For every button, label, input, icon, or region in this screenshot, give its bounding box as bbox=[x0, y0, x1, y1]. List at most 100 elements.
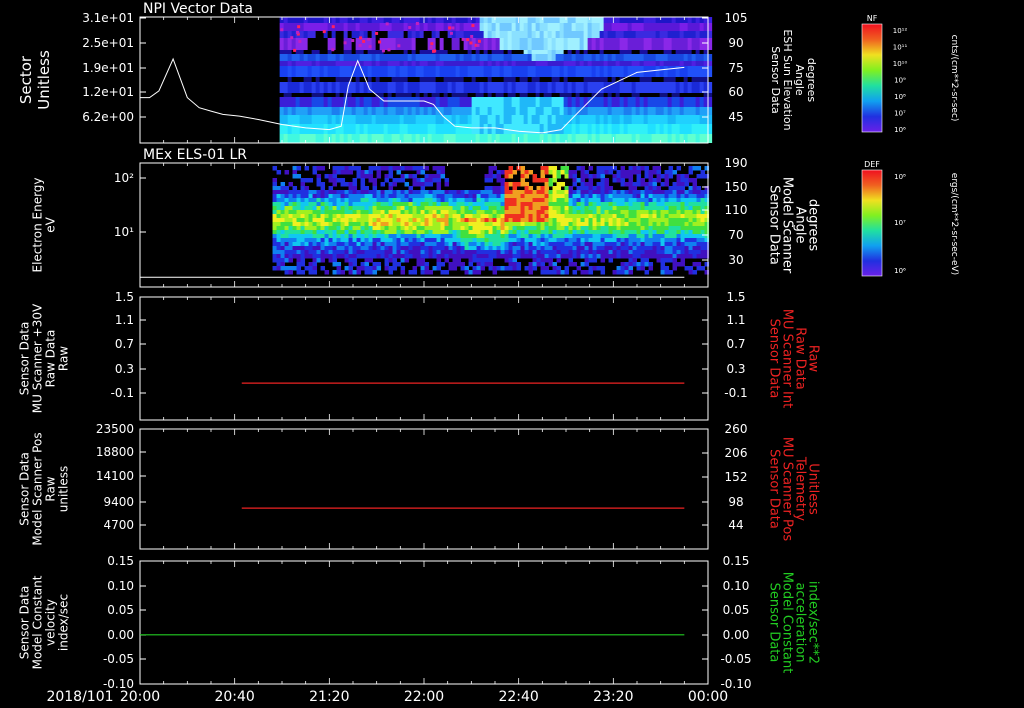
npi-spectrogram bbox=[279, 17, 713, 143]
npi-colorbar-tick: 10¹¹ bbox=[893, 44, 908, 52]
y-tick-label: 0.00 bbox=[107, 628, 134, 642]
y-axis-label: Sensor Data bbox=[18, 322, 32, 396]
panel-frame bbox=[139, 428, 709, 550]
y-tick-label: 23500 bbox=[96, 422, 134, 436]
y-axis-label-right: Raw bbox=[806, 345, 821, 373]
y-axis-label-right: Sensor Data bbox=[767, 449, 782, 529]
y-axis-label-right: index/sec**2 bbox=[806, 581, 821, 664]
y-tick-label-right: 44 bbox=[728, 518, 743, 532]
x-tick-label: 21:20 bbox=[309, 689, 349, 705]
y-tick-label-right: 1.5 bbox=[726, 290, 745, 304]
y-tick-label: 0.05 bbox=[107, 603, 134, 617]
y-axis-label: Sector bbox=[17, 55, 35, 104]
npi-colorbar-tick: 10¹² bbox=[893, 27, 908, 35]
y-tick-label-right: 75 bbox=[728, 61, 743, 75]
panel-5 bbox=[139, 560, 709, 685]
y-tick-label-right: 150 bbox=[725, 180, 748, 194]
els-colorbar-tick: 10⁸ bbox=[894, 173, 906, 181]
y-axis-label-right: Sensor Data bbox=[769, 46, 782, 113]
y-tick-label-right: 45 bbox=[728, 110, 743, 124]
y-tick-label-right: 90 bbox=[728, 36, 743, 50]
y-tick-label: 6.2e+00 bbox=[82, 110, 134, 124]
npi-colorbar-tick: 10⁹ bbox=[894, 77, 906, 85]
y-tick-label-right: 1.1 bbox=[726, 313, 745, 327]
y-tick-label-right: 260 bbox=[725, 422, 748, 436]
y-axis-label: Model Scanner Pos bbox=[31, 432, 45, 545]
y-axis-label-right: Sensor Data bbox=[767, 583, 782, 663]
y-tick-label: -0.05 bbox=[103, 652, 134, 666]
y-tick-label-right: 0.10 bbox=[723, 579, 750, 593]
y-tick-label: 2.5e+01 bbox=[82, 36, 134, 50]
y-tick-label: 0.15 bbox=[107, 554, 134, 568]
x-tick-label: 00:00 bbox=[688, 689, 728, 705]
npi-colorbar-units: cnts/(cm**2-sr-sec) bbox=[949, 35, 959, 122]
y-tick-label-right: 0.7 bbox=[726, 337, 745, 351]
els-colorbar-units: ergs/(cm**2-sr-sec-eV) bbox=[949, 173, 959, 275]
panel-title-npi: NPI Vector Data bbox=[143, 1, 253, 17]
y-axis-label: MU Scanner +30V bbox=[31, 303, 45, 413]
y-tick-label-right: 98 bbox=[728, 495, 743, 509]
y-tick-label-right: 70 bbox=[728, 228, 743, 242]
y-tick-label-right: -0.05 bbox=[720, 652, 751, 666]
x-axis-date: 2018/101 bbox=[46, 689, 113, 705]
y-axis-label: Electron Energy bbox=[31, 177, 45, 272]
y-axis-label-right: Angle bbox=[793, 64, 806, 96]
els-colorbar-label: DEF bbox=[864, 160, 880, 169]
y-tick-label: 1.5 bbox=[115, 290, 134, 304]
y-tick-label: 10¹ bbox=[114, 225, 134, 239]
panel-3 bbox=[139, 296, 709, 421]
els-colorbar bbox=[861, 169, 883, 277]
y-tick-label-right: 190 bbox=[725, 156, 748, 170]
y-tick-label: -0.1 bbox=[111, 386, 134, 400]
y-tick-label-right: 105 bbox=[725, 11, 748, 25]
y-axis-label-right: Telemetry bbox=[793, 456, 808, 521]
y-tick-label: 0.10 bbox=[107, 579, 134, 593]
npi-colorbar-tick: 10¹⁰ bbox=[893, 60, 908, 68]
x-tick-label: 20:40 bbox=[214, 689, 254, 705]
x-tick-label: 22:00 bbox=[404, 689, 444, 705]
y-axis-label-right: ESH Sun Elevation bbox=[781, 29, 794, 130]
y-tick-label-right: 206 bbox=[725, 446, 748, 460]
npi-colorbar-label: NF bbox=[867, 14, 878, 23]
y-tick-label-right: 152 bbox=[725, 470, 748, 484]
y-tick-label-right: 0.00 bbox=[723, 628, 750, 642]
y-tick-label-right: 0.15 bbox=[723, 554, 750, 568]
y-tick-label-right: 0.3 bbox=[726, 362, 745, 376]
y-tick-label: 3.1e+01 bbox=[82, 11, 134, 25]
npi-colorbar-tick: 10⁷ bbox=[894, 110, 906, 118]
y-tick-label: 9400 bbox=[103, 495, 134, 509]
plot-canvas: 3.1e+01 2.5e+01 1.9e+01 1.2e+01 6.2e+00 105 90… bbox=[17, 1, 959, 705]
y-axis-label: unitless bbox=[57, 466, 71, 512]
y-axis-label: Model Constant bbox=[31, 575, 45, 669]
y-axis-label: Raw bbox=[44, 476, 58, 501]
x-tick-label: 22:40 bbox=[498, 689, 538, 705]
y-axis-label: index/sec bbox=[57, 594, 71, 651]
y-tick-label: 0.3 bbox=[115, 362, 134, 376]
y-axis-label: Raw bbox=[57, 346, 71, 371]
y-tick-label-right: 110 bbox=[725, 203, 748, 217]
y-tick-label-right: 60 bbox=[728, 85, 743, 99]
y-tick-label-right: -0.1 bbox=[724, 386, 747, 400]
els-colorbar-tick: 10⁷ bbox=[894, 219, 906, 227]
y-axis-label: velocity bbox=[44, 599, 58, 646]
y-axis-label-right: degrees bbox=[805, 58, 818, 103]
y-tick-label: 1.9e+01 bbox=[82, 61, 134, 75]
y-axis-label-right: Sensor Data bbox=[767, 319, 782, 399]
panel-4 bbox=[139, 428, 709, 550]
y-axis-label-right: Sensor Data bbox=[767, 185, 782, 265]
y-tick-label-right: 0.05 bbox=[723, 603, 750, 617]
y-tick-label: 14100 bbox=[96, 469, 134, 483]
npi-colorbar-tick: 10⁸ bbox=[894, 93, 906, 101]
y-axis-label-right: Raw Data bbox=[793, 327, 808, 390]
y-tick-label: 4700 bbox=[103, 518, 134, 532]
y-axis-label-right: Unitless bbox=[806, 463, 821, 515]
panel-frame bbox=[139, 560, 709, 685]
y-axis-label-right: degrees bbox=[806, 199, 821, 252]
y-axis-label: Raw Data bbox=[44, 330, 58, 388]
x-tick-label: 23:20 bbox=[593, 689, 633, 705]
y-tick-label: 1.2e+01 bbox=[82, 85, 134, 99]
y-tick-label: 0.7 bbox=[115, 337, 134, 351]
y-axis-label-right: MU Scanner Int bbox=[780, 309, 795, 408]
npi-colorbar bbox=[861, 23, 883, 133]
npi-colorbar-tick: 10⁶ bbox=[894, 126, 906, 134]
